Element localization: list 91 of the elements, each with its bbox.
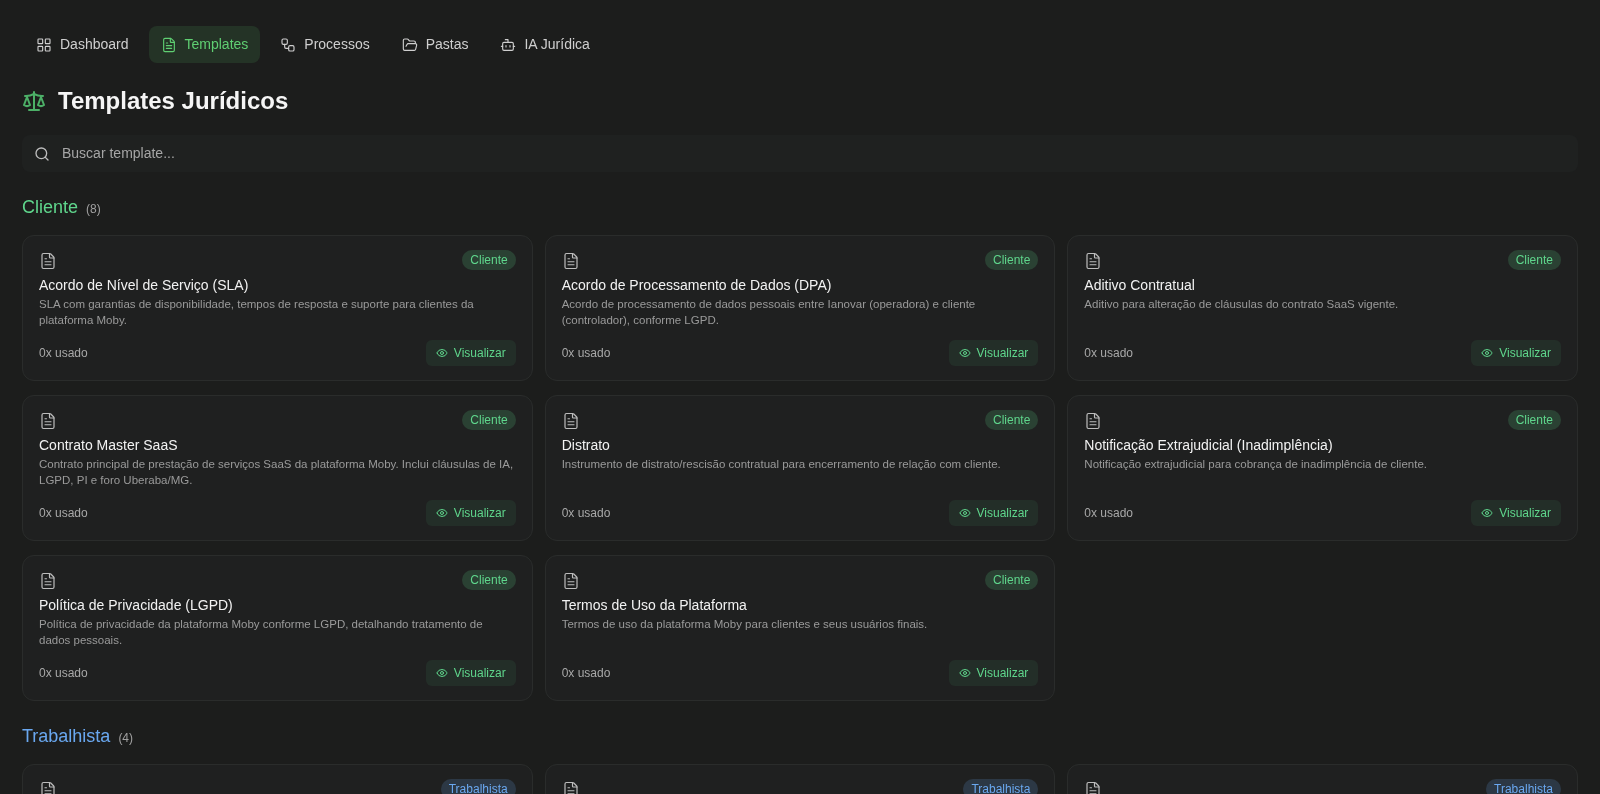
view-button[interactable]: Visualizar [948, 500, 1039, 526]
usage-count: 0x usado [1084, 505, 1134, 522]
document-icon [39, 252, 57, 270]
template-card[interactable]: Cliente Notificação Extrajudicial (Inadimplência) Notificação extrajudicial para cobrança de inadimplência de cliente. 0x usado Visualizar [1067, 395, 1578, 541]
document-icon [39, 412, 57, 430]
search-icon [34, 145, 50, 162]
view-button[interactable]: Visualizar [948, 340, 1039, 366]
template-card[interactable]: Cliente Política de Privacidade (LGPD) Política de privacidade da plataforma Moby conforme LGPD, detalhando tratamento de dados pessoais. 0x usado Visualizar [22, 555, 533, 701]
nav-tab[interactable]: IA Jurídica [488, 26, 602, 63]
document-icon [561, 572, 580, 590]
template-description: Aditivo para alteração de cláusulas do contrato SaaS vigente. [1084, 297, 1400, 312]
nav-tab[interactable]: Pastas [389, 26, 481, 63]
view-button[interactable]: Visualizar [425, 660, 516, 686]
template-card[interactable]: Cliente Termos de Uso da Plataforma Termos de uso da plataforma Moby para clientes e seus usuários finais. 0x usado Visualizar [544, 555, 1056, 701]
nav-tab[interactable]: Dashboard [24, 26, 141, 63]
template-title: Política de Privacidade (LGPD) [39, 596, 234, 614]
template-description: SLA com garantias de disponibilidade, tempos de resposta e suporte para clientes da plataforma Moby. [39, 297, 475, 328]
document-icon [561, 412, 580, 430]
eye-icon [958, 667, 971, 679]
robot-icon [500, 36, 517, 53]
template-title: Aditivo Contratual [1084, 276, 1196, 294]
category-tag: Cliente [984, 410, 1039, 430]
template-title: Contrato Master SaaS [39, 436, 179, 454]
eye-icon [958, 507, 971, 519]
document-icon [1084, 781, 1103, 794]
category-tag: Cliente [462, 410, 516, 430]
usage-count: 0x usado [1084, 345, 1134, 362]
usage-count: 0x usado [39, 345, 88, 362]
eye-icon [435, 667, 448, 679]
eye-icon [1481, 507, 1494, 519]
template-description: Instrumento de distrato/rescisão contratual para encerramento de relação com cliente. [561, 457, 1002, 472]
template-card[interactable]: Cliente Acordo de Nível de Serviço (SLA) SLA com garantias de disponibilidade, tempos de resposta e suporte para clientes da plataforma Moby. 0x usado Visualizar [22, 235, 533, 381]
connected-squares-icon [280, 36, 297, 53]
category-tag: Trabalhista [1486, 779, 1561, 794]
template-card[interactable]: Cliente Aditivo Contratual Aditivo para alteração de cláusulas do contrato SaaS vigente. 0x usado Visualizar [1067, 235, 1578, 381]
document-icon [1084, 252, 1103, 270]
template-description: Notificação extrajudicial para cobrança de inadimplência de cliente. [1084, 457, 1428, 472]
section-title: Trabalhista [22, 725, 111, 748]
eye-icon [435, 507, 448, 519]
template-description: Contrato principal de prestação de serviços SaaS da plataforma Moby. Inclui cláusulas de IA, LGPD, PI e foro Uberaba/MG. [39, 457, 515, 488]
category-tag: Cliente [984, 570, 1039, 590]
section-count: (8) [86, 201, 101, 218]
usage-count: 0x usado [561, 345, 611, 362]
nav-tab[interactable]: Processos [268, 26, 382, 63]
template-card[interactable]: Trabalhista [1067, 764, 1578, 794]
template-card[interactable]: Trabalhista [22, 764, 533, 794]
usage-count: 0x usado [39, 665, 88, 682]
category-tag: Cliente [1507, 410, 1561, 430]
document-icon [1084, 412, 1103, 430]
eye-icon [958, 347, 971, 359]
template-card[interactable]: Cliente Contrato Master SaaS Contrato principal de prestação de serviços SaaS da plataforma Moby. Inclui cláusulas de IA, LGPD, PI e foro Uberaba/MG. 0x usado Visualizar [22, 395, 533, 541]
template-card[interactable]: Trabalhista [544, 764, 1056, 794]
template-title: Acordo de Processamento de Dados (DPA) [561, 276, 833, 294]
section-title: Cliente [22, 196, 79, 219]
eye-icon [435, 347, 448, 359]
view-button[interactable]: Visualizar [425, 340, 516, 366]
scales-icon [22, 89, 46, 113]
page-title: Templates Jurídicos [58, 86, 289, 116]
template-card[interactable]: Cliente Acordo de Processamento de Dados (DPA) Acordo de processamento de dados pessoais entre Ianovar (operadora) e cliente (controlador), conforme LGPD. 0x usado Visualizar [544, 235, 1056, 381]
usage-count: 0x usado [561, 665, 611, 682]
document-icon [561, 252, 580, 270]
view-button[interactable]: Visualizar [1471, 500, 1561, 526]
template-title: Termos de Uso da Plataforma [561, 596, 748, 614]
section-count: (4) [118, 730, 134, 747]
category-tag: Cliente [462, 570, 516, 590]
document-icon [160, 36, 177, 53]
template-title: Notificação Extrajudicial (Inadimplência) [1084, 436, 1334, 454]
search-field[interactable]: Buscar template... [22, 135, 1578, 172]
category-tag: Trabalhista [963, 779, 1039, 794]
template-description: Acordo de processamento de dados pessoais entre Ianovar (operadora) e cliente (controlador), conforme LGPD. [561, 297, 977, 328]
usage-count: 0x usado [561, 505, 611, 522]
document-icon [39, 781, 57, 794]
category-tag: Cliente [1507, 250, 1561, 270]
category-tag: Cliente [462, 250, 516, 270]
folder-icon [401, 36, 418, 53]
template-card[interactable]: Cliente Distrato Instrumento de distrato/rescisão contratual para encerramento de relação com cliente. 0x usado Visualizar [544, 395, 1056, 541]
category-tag: Trabalhista [440, 779, 516, 794]
nav-tab[interactable]: Templates [148, 26, 261, 63]
document-icon [39, 572, 57, 590]
template-title: Acordo de Nível de Serviço (SLA) [39, 276, 250, 294]
category-tag: Cliente [984, 250, 1039, 270]
eye-icon [1481, 347, 1494, 359]
template-description: Política de privacidade da plataforma Moby conforme LGPD, detalhando tratamento de dados pessoais. [39, 617, 484, 648]
usage-count: 0x usado [39, 505, 88, 522]
view-button[interactable]: Visualizar [1471, 340, 1561, 366]
template-title: Distrato [561, 436, 611, 454]
template-description: Termos de uso da plataforma Moby para clientes e seus usuários finais. [561, 617, 929, 632]
document-icon [561, 781, 580, 794]
view-button[interactable]: Visualizar [948, 660, 1039, 686]
grid-icon [36, 36, 52, 53]
view-button[interactable]: Visualizar [425, 500, 516, 526]
